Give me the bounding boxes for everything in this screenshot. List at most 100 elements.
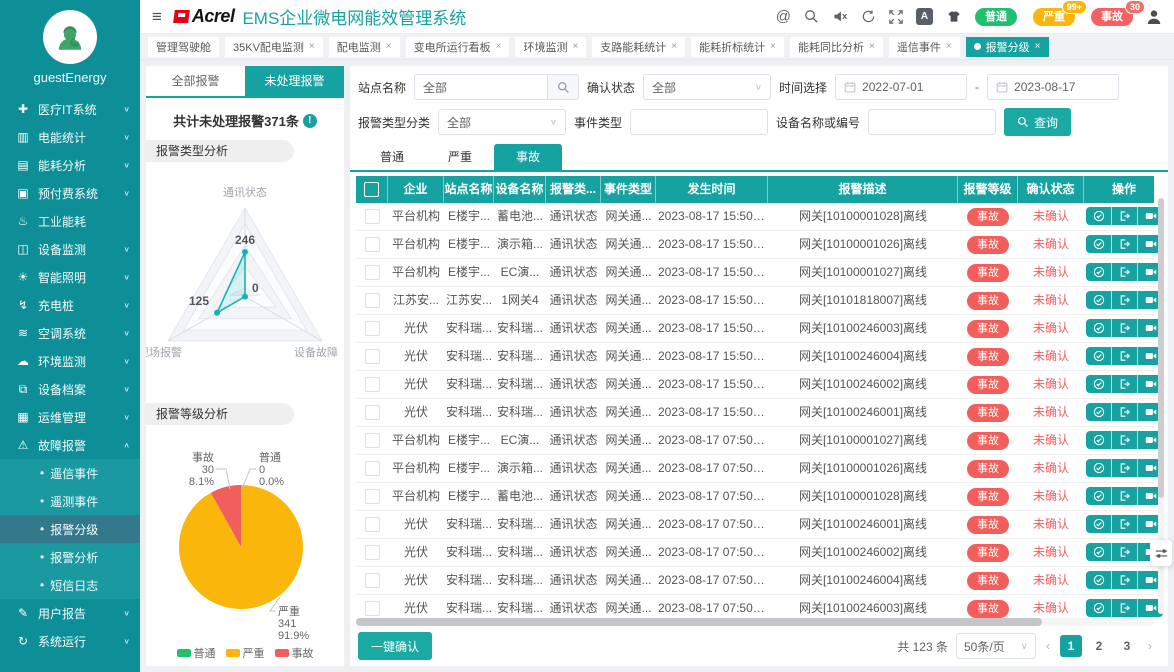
- dispatch-button[interactable]: [1112, 459, 1138, 477]
- row-checkbox[interactable]: [365, 601, 380, 616]
- confirm-button[interactable]: [1086, 375, 1112, 393]
- row-checkbox[interactable]: [365, 293, 380, 308]
- close-icon[interactable]: ×: [496, 41, 502, 52]
- row-checkbox[interactable]: [365, 433, 380, 448]
- confirm-button[interactable]: [1086, 431, 1112, 449]
- close-icon[interactable]: ×: [309, 41, 315, 52]
- confirm-button[interactable]: [1086, 487, 1112, 505]
- sidebar-item-industrial-energy[interactable]: ♨工业能耗: [0, 207, 140, 235]
- row-checkbox[interactable]: [365, 461, 380, 476]
- alarm-type-select[interactable]: 全部 ∨: [438, 109, 566, 135]
- confirm-button[interactable]: [1086, 207, 1112, 225]
- sidebar-subitem-telemetry-events[interactable]: •遥测事件: [0, 487, 140, 515]
- dispatch-button[interactable]: [1112, 207, 1138, 225]
- table-row[interactable]: 平台机构 E楼宇... EC演... 通讯状态 网关通... 2023-08-1…: [356, 259, 1154, 287]
- table-row[interactable]: 光伏 安科瑞... 安科瑞... 通讯状态 网关通... 2023-08-17 …: [356, 567, 1154, 595]
- station-search-input[interactable]: 全部: [414, 74, 579, 100]
- sidebar-subitem-alarm-grading[interactable]: •报警分级: [0, 515, 140, 543]
- table-row[interactable]: 光伏 安科瑞... 安科瑞... 通讯状态 网关通... 2023-08-17 …: [356, 399, 1154, 427]
- horizontal-scrollbar-thumb[interactable]: [356, 618, 1042, 626]
- theme-shirt-icon[interactable]: [946, 9, 962, 24]
- refresh-icon[interactable]: [861, 9, 876, 24]
- tab-env-monitor[interactable]: 环境监测×: [515, 37, 586, 57]
- close-icon[interactable]: ×: [770, 41, 776, 52]
- dispatch-button[interactable]: [1112, 487, 1138, 505]
- table-row[interactable]: 平台机构 E楼宇... 蓄电池... 通讯状态 网关通... 2023-08-1…: [356, 483, 1154, 511]
- sidebar-subitem-sms-log[interactable]: •短信日志: [0, 571, 140, 599]
- close-icon[interactable]: ×: [671, 41, 677, 52]
- row-checkbox[interactable]: [365, 209, 380, 224]
- close-icon[interactable]: ×: [946, 41, 952, 52]
- column-header-time[interactable]: 发生时间: [656, 176, 768, 203]
- tab-unprocessed-alarms[interactable]: 未处理报警: [245, 66, 344, 96]
- tab-energy-yoy[interactable]: 能耗同比分析×: [790, 37, 883, 57]
- row-checkbox[interactable]: [365, 517, 380, 532]
- table-row[interactable]: 平台机构 E楼宇... 演示箱... 通讯状态 网关通... 2023-08-1…: [356, 455, 1154, 483]
- status-badge-severe[interactable]: 严重99+: [1033, 8, 1075, 26]
- prev-page-button[interactable]: ‹: [1044, 639, 1052, 653]
- dispatch-button[interactable]: [1112, 543, 1138, 561]
- row-checkbox[interactable]: [365, 237, 380, 252]
- column-settings-button[interactable]: [1150, 540, 1172, 566]
- row-checkbox[interactable]: [365, 377, 380, 392]
- column-header-company[interactable]: 企业: [388, 176, 444, 203]
- dispatch-button[interactable]: [1112, 347, 1138, 365]
- row-checkbox[interactable]: [365, 545, 380, 560]
- column-header-alarm-type[interactable]: 报警类...: [546, 176, 601, 203]
- status-badge-normal[interactable]: 普通: [975, 8, 1017, 26]
- column-header-device[interactable]: 设备名称: [494, 176, 546, 203]
- dispatch-button[interactable]: [1112, 375, 1138, 393]
- sidebar-item-energy-analysis[interactable]: ▤能耗分析∨: [0, 151, 140, 179]
- table-row[interactable]: 光伏 安科瑞... 安科瑞... 通讯状态 网关通... 2023-08-17 …: [356, 511, 1154, 539]
- severity-tab-normal[interactable]: 普通: [358, 144, 426, 170]
- column-header-confirm[interactable]: 确认状态: [1018, 176, 1084, 203]
- page-size-select[interactable]: 50条/页 ∨: [956, 633, 1036, 659]
- close-icon[interactable]: ×: [869, 41, 875, 52]
- confirm-all-button[interactable]: 一键确认: [358, 632, 432, 660]
- info-icon[interactable]: !: [303, 114, 317, 128]
- sidebar-item-system-run[interactable]: ↻系统运行∨: [0, 627, 140, 655]
- column-header-station[interactable]: 站点名称: [444, 176, 494, 203]
- dispatch-button[interactable]: [1112, 403, 1138, 421]
- confirm-button[interactable]: [1086, 403, 1112, 421]
- tab-branch-energy[interactable]: 支路能耗统计×: [592, 37, 685, 57]
- sidebar-item-prepaid-system[interactable]: ▣预付费系统∨: [0, 179, 140, 207]
- tab-all-alarms[interactable]: 全部报警: [146, 66, 245, 96]
- row-checkbox[interactable]: [365, 321, 380, 336]
- table-row[interactable]: 平台机构 E楼宇... 蓄电池... 通讯状态 网关通... 2023-08-1…: [356, 203, 1154, 231]
- tab-alarm-grading[interactable]: 报警分级×: [966, 37, 1049, 57]
- column-header-description[interactable]: 报警描述: [768, 176, 958, 203]
- dispatch-button[interactable]: [1112, 431, 1138, 449]
- sidebar-item-charging-pile[interactable]: ↯充电桩∨: [0, 291, 140, 319]
- confirm-button[interactable]: [1086, 571, 1112, 589]
- sidebar-item-smart-lighting[interactable]: ☀智能照明∨: [0, 263, 140, 291]
- tab-substation-board[interactable]: 变电所运行看板×: [406, 37, 510, 57]
- page-1[interactable]: 1: [1060, 635, 1082, 657]
- sidebar-item-fault-alarm[interactable]: ⚠故障报警∧: [0, 431, 140, 459]
- row-checkbox[interactable]: [365, 405, 380, 420]
- search-icon[interactable]: [804, 9, 819, 24]
- table-row[interactable]: 光伏 安科瑞... 安科瑞... 通讯状态 网关通... 2023-08-17 …: [356, 315, 1154, 343]
- mute-icon[interactable]: [832, 9, 848, 24]
- status-badge-accident[interactable]: 事故30: [1091, 8, 1133, 26]
- dispatch-button[interactable]: [1112, 515, 1138, 533]
- device-input[interactable]: [868, 109, 996, 135]
- vertical-scrollbar-thumb[interactable]: [1158, 198, 1164, 498]
- fullscreen-icon[interactable]: [889, 10, 903, 24]
- sidebar-item-power-stats[interactable]: ▥电能统计∨: [0, 123, 140, 151]
- confirm-button[interactable]: [1086, 319, 1112, 337]
- table-row[interactable]: 光伏 安科瑞... 安科瑞... 通讯状态 网关通... 2023-08-17 …: [356, 343, 1154, 371]
- severity-tab-accident[interactable]: 事故: [494, 144, 562, 170]
- sidebar-item-hvac-system[interactable]: ≋空调系统∨: [0, 319, 140, 347]
- table-row[interactable]: 光伏 安科瑞... 安科瑞... 通讯状态 网关通... 2023-08-17 …: [356, 539, 1154, 567]
- date-from-input[interactable]: 2022-07-01: [835, 74, 967, 100]
- dispatch-button[interactable]: [1112, 235, 1138, 253]
- user-icon[interactable]: [1146, 9, 1162, 25]
- sidebar-item-medical-it[interactable]: ✚医疗IT系统∨: [0, 95, 140, 123]
- dispatch-button[interactable]: [1112, 263, 1138, 281]
- close-icon[interactable]: ×: [572, 41, 578, 52]
- confirm-button[interactable]: [1086, 235, 1112, 253]
- dispatch-button[interactable]: [1112, 599, 1138, 617]
- close-icon[interactable]: ×: [386, 41, 392, 52]
- column-header-event-type[interactable]: 事件类型: [601, 176, 656, 203]
